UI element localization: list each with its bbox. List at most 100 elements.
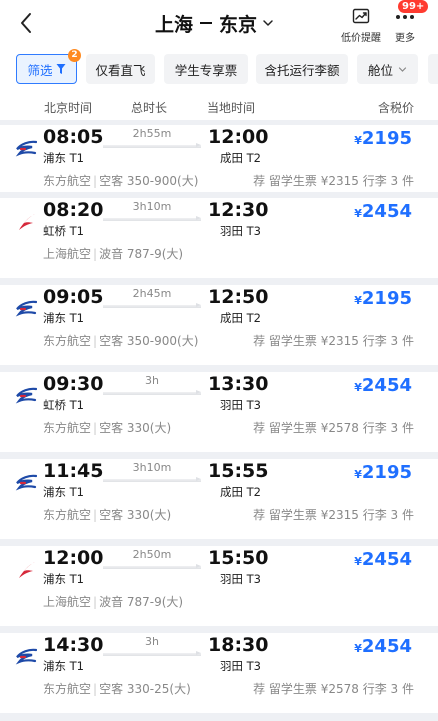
flight-card[interactable]: 08:20 虹桥 T1 3h10m 12:30 羽田 T3 ¥2454 上海航空 | 波音 78…	[0, 198, 438, 278]
currency-symbol: ¥	[354, 555, 362, 568]
price-alert-label: 低价提醒	[341, 33, 381, 44]
arrival-airport: 成田 T2	[220, 151, 261, 165]
arrival-airport: 羽田 T3	[220, 224, 261, 238]
more-notification-badge: 99+	[398, 0, 429, 13]
column-header: 北京时间 总时长 当地时间 含税价	[0, 92, 438, 120]
filter-label: 筛选	[27, 62, 53, 78]
price-amount: 2454	[361, 636, 412, 657]
currency-symbol: ¥	[354, 207, 362, 220]
duration-arrow	[103, 216, 201, 221]
flight-card[interactable]: 09:30 虹桥 T1 3h 13:30 羽田 T3 ¥2454 东方航空 | 空客 330(大…	[0, 372, 438, 452]
detail-separator: |	[93, 247, 98, 261]
currency-symbol: ¥	[354, 134, 362, 147]
price-amount: 2195	[361, 128, 412, 149]
duration-arrow	[103, 143, 201, 148]
departure-time: 11:45	[43, 460, 104, 482]
china-eastern-logo-icon	[15, 472, 38, 494]
china-eastern-logo-icon	[15, 385, 38, 407]
flight-card[interactable]: 11:45 浦东 T1 3h10m 15:55 成田 T2 ¥2195 东方航空 | 空客 33…	[0, 459, 438, 539]
student-fare-info: 荐 留学生票 ¥2315 行李 3 件	[253, 334, 414, 348]
student-fare-chip[interactable]: 学生专享票	[164, 54, 248, 84]
direct-only-chip[interactable]: 仅看直飞	[86, 54, 155, 84]
flight-details: 上海航空 | 波音 787-9(大)	[43, 593, 183, 610]
airline-name: 上海航空	[43, 247, 92, 261]
duration-arrow	[103, 564, 201, 569]
flight-card[interactable]: 08:05 浦东 T1 2h55m 12:00 成田 T2 ¥2195 东方航空 | 空客 35…	[0, 125, 438, 192]
origin-city: 上海	[155, 13, 194, 36]
shanghai-airlines-logo-icon	[15, 211, 37, 233]
more-label: 更多	[395, 33, 415, 44]
departure-airport: 浦东 T1	[43, 485, 84, 499]
departure-airport: 虹桥 T1	[43, 224, 84, 238]
price-header: 含税价	[377, 101, 414, 115]
duration-arrow	[103, 390, 201, 395]
detail-separator: |	[93, 174, 98, 188]
student-fare-info: 荐 留学生票 ¥2315 行李 3 件	[253, 508, 414, 522]
cabin-class-dropdown[interactable]: 舱位	[357, 54, 418, 84]
checked-baggage-chip[interactable]: 含托运行李额	[256, 54, 348, 84]
price: ¥2454	[354, 636, 412, 657]
departure-airport: 浦东 T1	[43, 659, 84, 673]
price-alert-button[interactable]: 低价提醒	[340, 7, 382, 44]
arrival-airport: 成田 T2	[220, 485, 261, 499]
filter-bar: 筛选 仅看直飞 学生专享票 含托运行李额 舱位	[0, 48, 438, 92]
airline-name: 东方航空	[43, 682, 92, 696]
departure-time: 12:00	[43, 547, 104, 569]
detail-separator: |	[93, 508, 98, 522]
back-button[interactable]	[14, 8, 42, 38]
student-fare-info: 荐 留学生票 ¥2315 行李 3 件	[253, 174, 414, 188]
china-eastern-logo-icon	[15, 298, 38, 320]
arrival-airport: 成田 T2	[220, 311, 261, 325]
china-eastern-logo-icon	[15, 138, 38, 160]
top-bar: 上海 东京 低价提醒 更多 99+	[0, 0, 438, 48]
airline-name: 东方航空	[43, 174, 92, 188]
arrival-airport: 羽田 T3	[220, 572, 261, 586]
flight-duration: 3h10m	[132, 461, 172, 474]
back-arrow-icon	[21, 13, 31, 33]
currency-symbol: ¥	[354, 642, 362, 655]
duration-arrow	[103, 651, 201, 656]
more-chips-edge	[428, 54, 438, 84]
flight-card[interactable]: 12:00 浦东 T1 2h50m 15:50 羽田 T3 ¥2454 上海航空 | 波音 78…	[0, 546, 438, 626]
arrival-time: 12:30	[208, 199, 269, 221]
price: ¥2454	[354, 375, 412, 396]
departure-airport: 浦东 T1	[43, 311, 84, 325]
shanghai-airlines-logo-icon	[15, 559, 37, 581]
cabin-class-label: 舱位	[367, 62, 393, 78]
arrival-time: 15:55	[208, 460, 269, 482]
price-amount: 2454	[361, 201, 412, 222]
departure-time: 09:05	[43, 286, 104, 308]
arrival-time: 12:00	[208, 126, 269, 148]
duration-arrow	[103, 303, 201, 308]
arrival-time: 18:30	[208, 634, 269, 656]
detail-separator: |	[93, 334, 98, 348]
student-fare-info: 荐 留学生票 ¥2578 行李 3 件	[253, 421, 414, 435]
beijing-time-header: 北京时间	[44, 101, 93, 115]
flight-duration: 3h10m	[132, 200, 172, 213]
airline-name: 东方航空	[43, 334, 92, 348]
detail-separator: |	[93, 682, 98, 696]
arrival-time: 13:30	[208, 373, 269, 395]
airline-name: 东方航空	[43, 421, 92, 435]
price: ¥2454	[354, 549, 412, 570]
flight-card[interactable]: 14:30 浦东 T1 3h 18:30 羽田 T3 ¥2454 东方航空 | 空客 330-2…	[0, 633, 438, 713]
student-fare-info: 荐 留学生票 ¥2578 行李 3 件	[253, 682, 414, 696]
duration-header: 总时长	[131, 101, 168, 115]
route-selector[interactable]: 上海 东京	[155, 8, 274, 38]
flight-duration: 2h50m	[132, 548, 172, 561]
price-amount: 2195	[361, 288, 412, 309]
aircraft-type: 波音 787-9(大)	[99, 247, 184, 261]
arrival-time: 15:50	[208, 547, 269, 569]
flight-duration: 2h45m	[132, 287, 172, 300]
flight-details: 东方航空 | 空客 330-25(大)	[43, 680, 191, 697]
filter-count-badge: 2	[68, 49, 81, 62]
currency-symbol: ¥	[354, 294, 362, 307]
departure-airport: 虹桥 T1	[43, 398, 84, 412]
detail-separator: |	[93, 421, 98, 435]
price-amount: 2454	[361, 375, 412, 396]
departure-airport: 浦东 T1	[43, 151, 84, 165]
price: ¥2195	[354, 462, 412, 483]
aircraft-type: 空客 330(大)	[99, 508, 172, 522]
departure-time: 08:05	[43, 126, 104, 148]
flight-card[interactable]: 09:05 浦东 T1 2h45m 12:50 成田 T2 ¥2195 东方航空 | 空客 35…	[0, 285, 438, 365]
